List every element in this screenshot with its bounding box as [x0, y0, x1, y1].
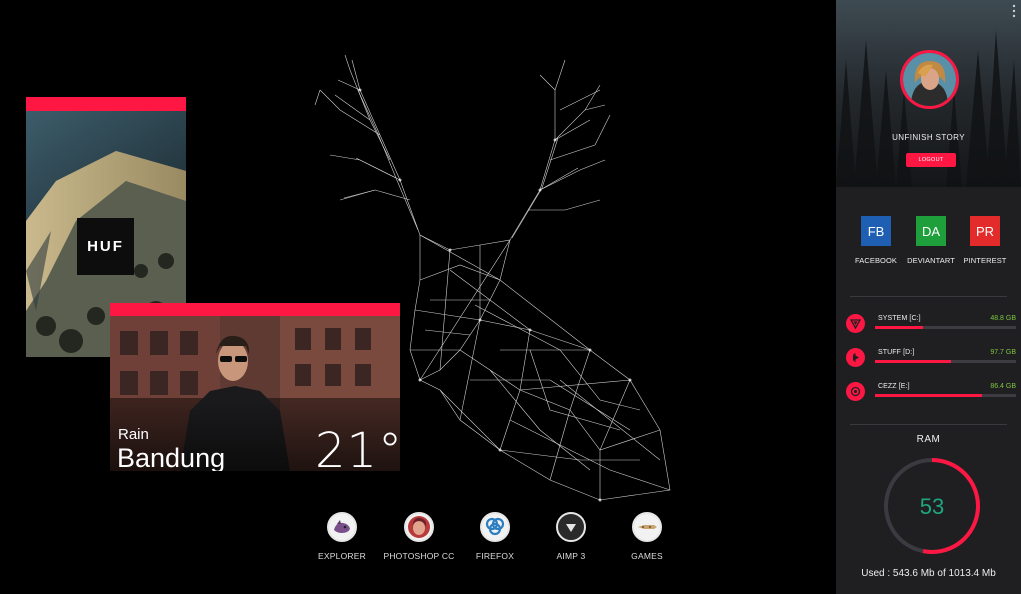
- avatar[interactable]: [900, 50, 959, 109]
- social-label: PINTEREST: [963, 256, 1007, 265]
- ram-gauge: 53: [884, 458, 980, 554]
- profile-panel: UNFINISH STORY LOGOUT: [836, 0, 1021, 187]
- drive-usage-fill: [875, 394, 983, 397]
- dock-label: GAMES: [631, 551, 663, 561]
- dock-item-explorer[interactable]: EXPLORER: [302, 512, 382, 561]
- drive-usage-fill: [875, 360, 952, 363]
- social-label: FACEBOOK: [854, 256, 898, 265]
- dock-item-games[interactable]: GAMES: [607, 512, 687, 561]
- logout-button[interactable]: LOGOUT: [906, 153, 956, 167]
- drive-free-space: 86.4 GB: [990, 383, 1016, 390]
- drive-name: SYSTEM [C:]: [878, 315, 921, 322]
- social-label: DEVIANTART: [907, 256, 955, 265]
- username: UNFINISH STORY: [892, 133, 965, 142]
- drive-usage-bar: [875, 394, 1016, 397]
- sidebar: UNFINISH STORY LOGOUT FB FACEBOOK DA DEV…: [836, 0, 1021, 594]
- drive-free-space: 97.7 GB: [990, 349, 1016, 356]
- divider: [850, 296, 1007, 297]
- divider: [850, 424, 1007, 425]
- weather-widget[interactable]: Rain Bandung 21°: [110, 303, 400, 471]
- dock-label: EXPLORER: [318, 551, 366, 561]
- weather-photo: Rain Bandung 21°: [110, 316, 400, 471]
- ram-percent: 53: [920, 494, 944, 519]
- drive-icon: [846, 314, 865, 333]
- dock-item-firefox[interactable]: FIREFOX: [455, 512, 535, 561]
- dock-item-aimp[interactable]: AIMP 3: [531, 512, 611, 561]
- drive-free-space: 48.8 GB: [990, 315, 1016, 322]
- drive-name: STUFF [D:]: [878, 349, 915, 356]
- huf-logo: HUF: [77, 218, 134, 275]
- dock-label: FIREFOX: [475, 551, 515, 561]
- huf-widget-header-bar: [26, 97, 186, 111]
- weather-temperature: 21°: [315, 423, 400, 471]
- more-options-icon[interactable]: [1012, 4, 1016, 18]
- drive-system[interactable]: SYSTEM [C:] 48.8 GB: [846, 312, 1016, 336]
- facebook-icon: FB: [861, 216, 891, 246]
- pinterest-shortcut[interactable]: PR PINTEREST: [959, 216, 1011, 265]
- dock-label: AIMP 3: [556, 551, 586, 561]
- games-icon: [632, 512, 662, 542]
- drive-icon: [846, 382, 865, 401]
- dock-label: PHOTOSHOP CC: [383, 551, 455, 561]
- drive-usage-fill: [875, 326, 923, 329]
- aimp-icon: [556, 512, 586, 542]
- drive-stuff[interactable]: STUFF [D:] 97.7 GB: [846, 346, 1016, 370]
- deviantart-shortcut[interactable]: DA DEVIANTART: [905, 216, 957, 265]
- desktop: HUF Rain Bandung 21° EXPLORER PHOTOSHOP …: [0, 0, 836, 594]
- pinterest-icon: PR: [970, 216, 1000, 246]
- weather-condition: Rain: [118, 426, 149, 443]
- drive-icon: [846, 348, 865, 367]
- weather-city: Bandung: [117, 443, 226, 471]
- drive-name: CEZZ [E:]: [878, 383, 910, 390]
- photoshop-icon: [404, 512, 434, 542]
- weather-widget-header-bar: [110, 303, 400, 316]
- drive-usage-bar: [875, 360, 1016, 363]
- firefox-icon: [480, 512, 510, 542]
- ram-title: RAM: [916, 434, 941, 445]
- dock-item-photoshop[interactable]: PHOTOSHOP CC: [379, 512, 459, 561]
- drive-usage-bar: [875, 326, 1016, 329]
- ram-usage: Used : 543.6 Mb of 1013.4 Mb: [861, 568, 996, 579]
- explorer-icon: [327, 512, 357, 542]
- facebook-shortcut[interactable]: FB FACEBOOK: [850, 216, 902, 265]
- drive-cezz[interactable]: CEZZ [E:] 86.4 GB: [846, 380, 1016, 404]
- deviantart-icon: DA: [916, 216, 946, 246]
